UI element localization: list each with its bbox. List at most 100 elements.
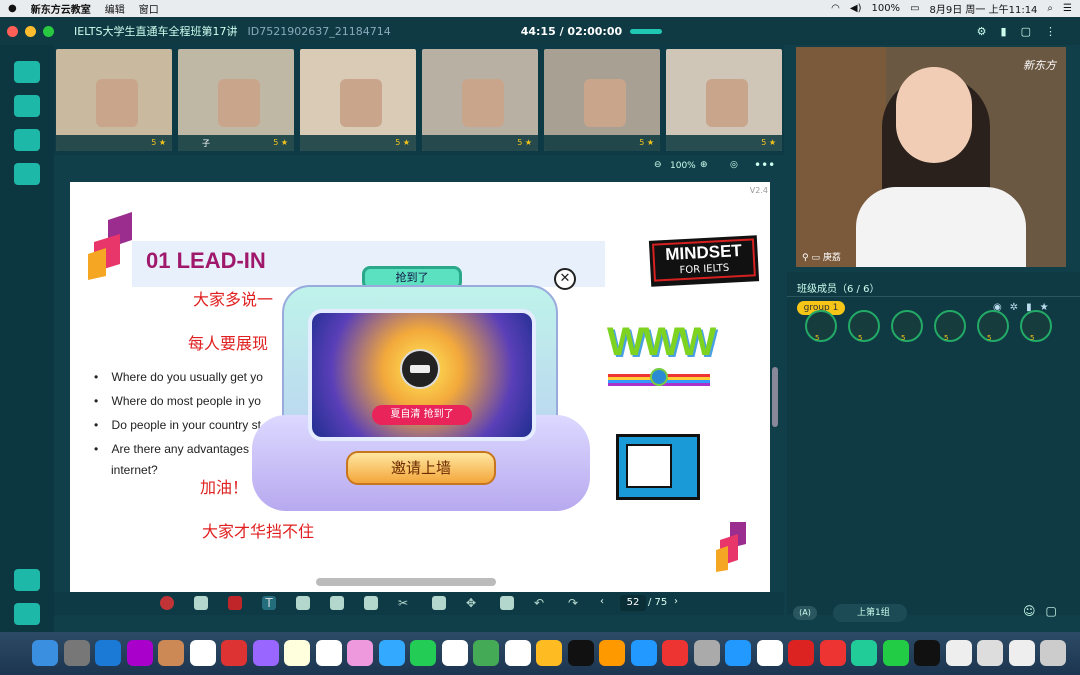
apps-icon[interactable] [14, 129, 40, 151]
vertical-scrollbar[interactable] [772, 182, 782, 592]
member-avatar[interactable]: 5 [891, 310, 923, 342]
member-avatar[interactable]: 5 [848, 310, 880, 342]
library-icon[interactable] [14, 603, 40, 625]
student-face [462, 79, 504, 127]
student-video-tile[interactable]: 5 ★ [666, 49, 782, 151]
dock-app-icon[interactable] [977, 640, 1003, 666]
more-options-icon[interactable]: ••• [754, 158, 775, 172]
mode-toggle[interactable]: (A) [793, 606, 817, 620]
wifi-icon[interactable]: ◠ [831, 3, 840, 14]
close-button[interactable] [7, 25, 18, 37]
color-picker-icon[interactable] [228, 596, 242, 610]
dock-app-icon[interactable] [315, 640, 342, 666]
student-video-tile[interactable]: 5 ★ [544, 49, 660, 151]
assistant-icon[interactable]: ☺ [1023, 604, 1046, 618]
invite-on-wall-button[interactable]: 邀请上墙 [346, 451, 496, 485]
control-center-icon[interactable]: ☰ [1063, 3, 1072, 14]
dock-app-icon[interactable] [284, 640, 310, 666]
screen-share-icon[interactable] [14, 163, 40, 185]
clear-tool-icon[interactable] [330, 596, 344, 610]
dock-app-icon[interactable] [914, 640, 940, 666]
image-tool-icon[interactable] [364, 596, 378, 610]
undo-icon[interactable]: ↶ [534, 596, 548, 610]
dock-app-icon[interactable] [756, 640, 783, 666]
shape-tool-icon[interactable] [296, 596, 310, 610]
prev-page-icon[interactable]: ‹ [600, 596, 604, 607]
dock-app-icon[interactable] [221, 640, 247, 666]
next-page-icon[interactable]: › [674, 596, 678, 607]
dock-app-icon[interactable] [882, 640, 909, 666]
zoom-out-icon[interactable]: ⊖ [654, 160, 662, 170]
text-tool-icon[interactable]: T [262, 596, 276, 610]
horizontal-scrollbar[interactable] [316, 578, 496, 586]
dock-app-icon[interactable] [441, 640, 468, 666]
student-video-tile[interactable]: 5 ★ [422, 49, 538, 151]
courseware-icon[interactable] [14, 95, 40, 117]
dock-app-icon[interactable] [158, 640, 184, 666]
more-icon[interactable]: ⋮ [1045, 25, 1070, 38]
dock-app-icon[interactable] [473, 640, 499, 666]
dock-app-icon[interactable] [504, 640, 531, 666]
minimize-button[interactable] [25, 25, 36, 37]
dock-app-icon[interactable] [788, 640, 814, 666]
fit-icon[interactable]: ◎ [730, 160, 738, 170]
dock-app-icon[interactable] [851, 640, 877, 666]
dock-app-icon[interactable] [189, 640, 216, 666]
apple-icon[interactable]: ● [8, 3, 17, 14]
search-icon[interactable]: ⌕ [1047, 3, 1053, 14]
dock-app-icon[interactable] [662, 640, 688, 666]
user-list-icon[interactable] [14, 61, 40, 83]
zoom-in-icon[interactable]: ⊕ [700, 160, 708, 170]
dock-app-icon[interactable] [63, 640, 90, 666]
clock[interactable]: 8月9日 周一 上午11:14 [930, 1, 1038, 16]
move-icon[interactable]: ✥ [466, 596, 480, 610]
member-avatar[interactable]: 5 [934, 310, 966, 342]
dock-app-icon[interactable] [126, 640, 153, 666]
member-avatar[interactable]: 5 [805, 310, 837, 342]
dock-app-icon[interactable] [95, 640, 121, 666]
dock-app-icon[interactable] [378, 640, 405, 666]
zoom-button[interactable] [43, 25, 54, 37]
student-video-bar: 5 ★ [56, 135, 172, 151]
notes-icon[interactable] [14, 569, 40, 591]
dock-app-icon[interactable] [1008, 640, 1035, 666]
dock-app-icon[interactable] [567, 640, 594, 666]
dock-app-icon[interactable] [725, 640, 751, 666]
settings-icon[interactable]: ✲ [1010, 302, 1026, 313]
dock-app-icon[interactable] [630, 640, 657, 666]
stage-group-button[interactable]: 上第1组 [833, 604, 907, 622]
dock-app-icon[interactable] [1040, 640, 1066, 666]
dock-app-icon[interactable] [819, 640, 846, 666]
student-video-tile[interactable]: 子 5 ★ [178, 49, 294, 151]
signal-icon[interactable]: ▮ [1001, 25, 1021, 38]
dock-app-icon[interactable] [693, 640, 720, 666]
student-video-tile[interactable]: 5 ★ [56, 49, 172, 151]
redo-icon[interactable]: ↷ [568, 596, 582, 610]
dock-app-icon[interactable] [252, 640, 279, 666]
close-icon[interactable]: ✕ [554, 268, 576, 290]
dock-app-icon[interactable] [536, 640, 562, 666]
tools-icon[interactable]: ⚙ [977, 25, 1001, 38]
menu-app[interactable]: 新东方云教室 [31, 1, 91, 16]
message-icon[interactable]: ▢ [1046, 604, 1067, 618]
student-video-tile[interactable]: 5 ★ [300, 49, 416, 151]
dock-app-icon[interactable] [410, 640, 436, 666]
chat-icon[interactable]: ▢ [1021, 25, 1045, 38]
dock-app-icon[interactable] [599, 640, 625, 666]
dock-app-icon[interactable] [32, 640, 58, 666]
dock-app-icon[interactable] [347, 640, 373, 666]
member-avatar[interactable]: 5 [1020, 310, 1052, 342]
trash-icon[interactable] [500, 596, 514, 610]
dock-app-icon[interactable] [945, 640, 972, 666]
menu-window[interactable]: 窗口 [139, 1, 159, 16]
star-count: 5 [395, 138, 401, 147]
screenshot-icon[interactable] [432, 596, 446, 610]
record-icon[interactable] [160, 596, 174, 610]
menu-edit[interactable]: 编辑 [105, 1, 125, 16]
scissors-icon[interactable]: ✂ [398, 596, 412, 610]
member-avatar[interactable]: 5 [977, 310, 1009, 342]
eraser-tool-icon[interactable] [194, 596, 208, 610]
battery-icon[interactable]: ▭ [910, 3, 919, 14]
volume-icon[interactable]: ◀) [850, 3, 862, 14]
page-number[interactable]: 52 [620, 595, 646, 611]
